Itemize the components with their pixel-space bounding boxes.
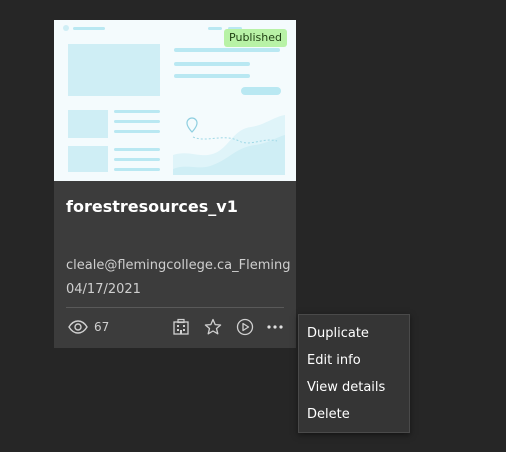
menu-item-view-details[interactable]: View details: [307, 380, 385, 395]
thumb-text-line: [174, 74, 250, 78]
menu-item-duplicate[interactable]: Duplicate: [307, 326, 369, 341]
eye-icon: [68, 320, 88, 334]
item-card[interactable]: Published forestresources_v1 cleale@flem…: [54, 20, 296, 348]
thumb-dot: [63, 25, 69, 31]
item-modified-date: 04/17/2021: [66, 282, 141, 297]
content-area: Published forestresources_v1 cleale@flem…: [0, 0, 506, 452]
context-menu: Duplicate Edit info View details Delete: [298, 314, 410, 433]
thumb-header-line: [73, 27, 105, 30]
status-badge: Published: [224, 29, 287, 47]
card-divider: [66, 307, 284, 308]
thumb-text-line: [114, 120, 160, 123]
thumb-list-block: [68, 146, 108, 172]
thumb-text-line: [114, 168, 160, 171]
favorite-star-icon[interactable]: [204, 318, 222, 336]
view-count: 67: [94, 320, 110, 334]
thumb-text-line: [174, 48, 280, 52]
thumb-text-line: [114, 148, 160, 151]
thumb-text-line: [114, 110, 160, 113]
thumb-header-line: [208, 27, 222, 30]
item-owner: cleale@flemingcollege.ca_Fleming: [66, 258, 291, 273]
thumb-text-line: [114, 158, 160, 161]
menu-item-edit-info[interactable]: Edit info: [307, 353, 361, 368]
organization-icon[interactable]: [172, 318, 190, 336]
item-thumbnail[interactable]: Published: [54, 20, 296, 181]
more-options-icon[interactable]: [266, 318, 284, 336]
menu-item-delete[interactable]: Delete: [307, 407, 350, 422]
thumb-text-line: [114, 130, 160, 133]
item-title[interactable]: forestresources_v1: [66, 197, 238, 216]
thumb-hero-block: [68, 44, 160, 96]
thumb-map-icon: [173, 107, 285, 175]
play-icon[interactable]: [236, 318, 254, 336]
thumb-text-line: [174, 62, 250, 66]
thumb-button: [241, 87, 281, 95]
thumb-list-block: [68, 110, 108, 138]
